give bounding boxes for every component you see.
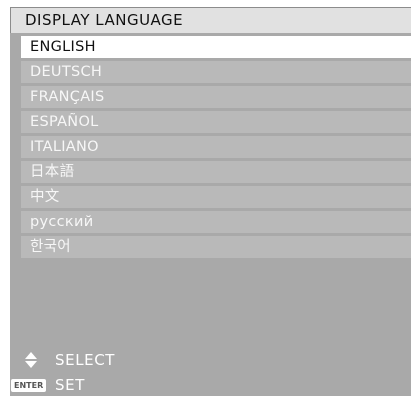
language-option-chinese[interactable]: 中文: [21, 186, 411, 208]
operation-guide: SELECT ENTER SET: [10, 344, 411, 396]
menu-title: DISPLAY LANGUAGE: [10, 7, 411, 33]
enter-key-icon: ENTER: [11, 379, 47, 392]
language-option-espanol[interactable]: ESPAÑOL: [21, 111, 411, 133]
set-label: SET: [55, 376, 85, 394]
display-language-menu: DISPLAY LANGUAGE ENGLISH DEUTSCH FRANÇAI…: [10, 7, 411, 396]
language-option-deutsch[interactable]: DEUTSCH: [21, 61, 411, 83]
language-option-japanese[interactable]: 日本語: [21, 161, 411, 183]
language-list: ENGLISH DEUTSCH FRANÇAIS ESPAÑOL ITALIAN…: [21, 36, 411, 261]
language-option-francais[interactable]: FRANÇAIS: [21, 86, 411, 108]
select-label: SELECT: [55, 351, 116, 369]
language-option-italiano[interactable]: ITALIANO: [21, 136, 411, 158]
up-down-arrows-icon: [25, 352, 37, 368]
language-option-korean[interactable]: 한국어: [21, 236, 411, 258]
language-option-russian[interactable]: русский: [21, 211, 411, 233]
language-option-english[interactable]: ENGLISH: [21, 36, 411, 58]
